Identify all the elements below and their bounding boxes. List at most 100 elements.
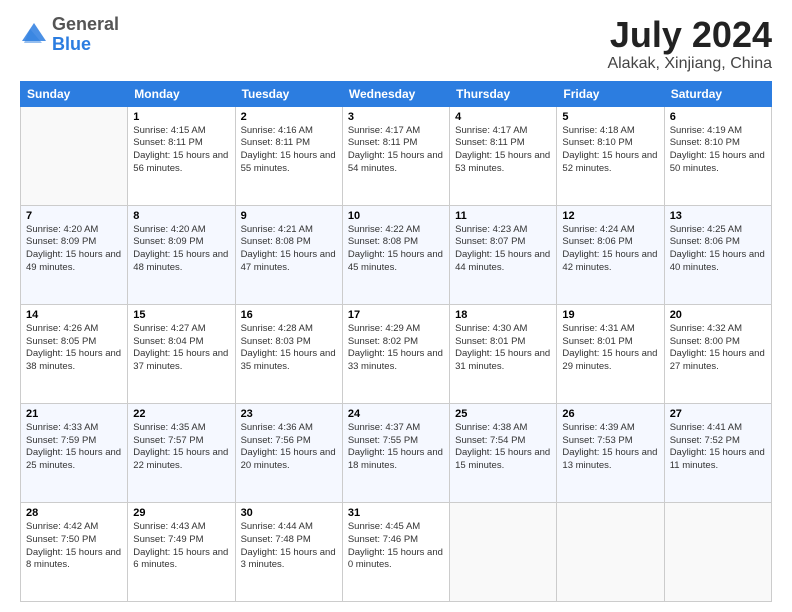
sunset-label: Sunset: 8:03 PM [241,336,311,347]
calendar-cell-w1d2: 9 Sunrise: 4:21 AM Sunset: 8:08 PM Dayli… [235,205,342,304]
day-number: 7 [26,210,122,222]
calendar-cell-w2d4: 18 Sunrise: 4:30 AM Sunset: 8:01 PM Dayl… [450,304,557,403]
sunrise-label: Sunrise: 4:28 AM [241,323,313,334]
day-number: 17 [348,309,444,321]
calendar-cell-w0d4: 4 Sunrise: 4:17 AM Sunset: 8:11 PM Dayli… [450,106,557,205]
th-monday: Monday [128,81,235,106]
calendar-cell-w2d1: 15 Sunrise: 4:27 AM Sunset: 8:04 PM Dayl… [128,304,235,403]
month-title: July 2024 [607,15,772,55]
calendar-cell-w3d5: 26 Sunrise: 4:39 AM Sunset: 7:53 PM Dayl… [557,403,664,502]
day-info: Sunrise: 4:25 AM Sunset: 8:06 PM Dayligh… [670,224,766,275]
day-number: 19 [562,309,658,321]
day-number: 11 [455,210,551,222]
day-info: Sunrise: 4:17 AM Sunset: 8:11 PM Dayligh… [455,125,551,176]
daylight-label: Daylight: 15 hours and 47 minutes. [241,249,336,273]
day-info: Sunrise: 4:38 AM Sunset: 7:54 PM Dayligh… [455,422,551,473]
day-number: 25 [455,408,551,420]
day-number: 28 [26,507,122,519]
sunrise-label: Sunrise: 4:25 AM [670,224,742,235]
sunrise-label: Sunrise: 4:20 AM [133,224,205,235]
calendar-cell-w2d0: 14 Sunrise: 4:26 AM Sunset: 8:05 PM Dayl… [21,304,128,403]
daylight-label: Daylight: 15 hours and 22 minutes. [133,447,228,471]
day-number: 27 [670,408,766,420]
day-info: Sunrise: 4:24 AM Sunset: 8:06 PM Dayligh… [562,224,658,275]
sunset-label: Sunset: 7:54 PM [455,435,525,446]
day-number: 12 [562,210,658,222]
daylight-label: Daylight: 15 hours and 29 minutes. [562,348,657,372]
calendar-cell-w1d1: 8 Sunrise: 4:20 AM Sunset: 8:09 PM Dayli… [128,205,235,304]
daylight-label: Daylight: 15 hours and 55 minutes. [241,150,336,174]
day-number: 21 [26,408,122,420]
day-info: Sunrise: 4:45 AM Sunset: 7:46 PM Dayligh… [348,521,444,572]
daylight-label: Daylight: 15 hours and 27 minutes. [670,348,765,372]
calendar-cell-w4d3: 31 Sunrise: 4:45 AM Sunset: 7:46 PM Dayl… [342,502,449,601]
day-number: 16 [241,309,337,321]
calendar-cell-w2d5: 19 Sunrise: 4:31 AM Sunset: 8:01 PM Dayl… [557,304,664,403]
sunset-label: Sunset: 7:55 PM [348,435,418,446]
daylight-label: Daylight: 15 hours and 35 minutes. [241,348,336,372]
calendar-cell-w4d2: 30 Sunrise: 4:44 AM Sunset: 7:48 PM Dayl… [235,502,342,601]
daylight-label: Daylight: 15 hours and 3 minutes. [241,547,336,571]
sunrise-label: Sunrise: 4:23 AM [455,224,527,235]
sunrise-label: Sunrise: 4:24 AM [562,224,634,235]
calendar-cell-w2d3: 17 Sunrise: 4:29 AM Sunset: 8:02 PM Dayl… [342,304,449,403]
sunset-label: Sunset: 8:01 PM [455,336,525,347]
calendar-cell-w3d1: 22 Sunrise: 4:35 AM Sunset: 7:57 PM Dayl… [128,403,235,502]
day-number: 29 [133,507,229,519]
day-number: 23 [241,408,337,420]
day-info: Sunrise: 4:15 AM Sunset: 8:11 PM Dayligh… [133,125,229,176]
sunrise-label: Sunrise: 4:37 AM [348,422,420,433]
day-info: Sunrise: 4:28 AM Sunset: 8:03 PM Dayligh… [241,323,337,374]
day-info: Sunrise: 4:20 AM Sunset: 8:09 PM Dayligh… [26,224,122,275]
sunset-label: Sunset: 8:09 PM [26,236,96,247]
day-number: 24 [348,408,444,420]
day-info: Sunrise: 4:32 AM Sunset: 8:00 PM Dayligh… [670,323,766,374]
header: General Blue July 2024 Alakak, Xinjiang,… [20,15,772,73]
th-sunday: Sunday [21,81,128,106]
day-info: Sunrise: 4:22 AM Sunset: 8:08 PM Dayligh… [348,224,444,275]
day-number: 30 [241,507,337,519]
sunrise-label: Sunrise: 4:33 AM [26,422,98,433]
daylight-label: Daylight: 15 hours and 48 minutes. [133,249,228,273]
day-number: 5 [562,111,658,123]
day-number: 9 [241,210,337,222]
sunset-label: Sunset: 8:11 PM [455,137,525,148]
day-info: Sunrise: 4:44 AM Sunset: 7:48 PM Dayligh… [241,521,337,572]
sunset-label: Sunset: 7:52 PM [670,435,740,446]
sunset-label: Sunset: 8:09 PM [133,236,203,247]
sunrise-label: Sunrise: 4:17 AM [455,125,527,136]
sunset-label: Sunset: 8:08 PM [348,236,418,247]
calendar-cell-w1d0: 7 Sunrise: 4:20 AM Sunset: 8:09 PM Dayli… [21,205,128,304]
day-number: 4 [455,111,551,123]
sunset-label: Sunset: 7:50 PM [26,534,96,545]
th-tuesday: Tuesday [235,81,342,106]
th-friday: Friday [557,81,664,106]
day-number: 14 [26,309,122,321]
daylight-label: Daylight: 15 hours and 56 minutes. [133,150,228,174]
sunrise-label: Sunrise: 4:44 AM [241,521,313,532]
sunset-label: Sunset: 8:02 PM [348,336,418,347]
calendar-cell-w1d4: 11 Sunrise: 4:23 AM Sunset: 8:07 PM Dayl… [450,205,557,304]
title-block: July 2024 Alakak, Xinjiang, China [607,15,772,73]
calendar-cell-w0d6: 6 Sunrise: 4:19 AM Sunset: 8:10 PM Dayli… [664,106,771,205]
sunset-label: Sunset: 8:10 PM [670,137,740,148]
calendar-header-row: Sunday Monday Tuesday Wednesday Thursday… [21,81,772,106]
day-info: Sunrise: 4:36 AM Sunset: 7:56 PM Dayligh… [241,422,337,473]
sunrise-label: Sunrise: 4:30 AM [455,323,527,334]
day-number: 13 [670,210,766,222]
daylight-label: Daylight: 15 hours and 53 minutes. [455,150,550,174]
sunrise-label: Sunrise: 4:22 AM [348,224,420,235]
sunrise-label: Sunrise: 4:29 AM [348,323,420,334]
week-row-1: 7 Sunrise: 4:20 AM Sunset: 8:09 PM Dayli… [21,205,772,304]
logo-blue: Blue [52,35,119,55]
week-row-2: 14 Sunrise: 4:26 AM Sunset: 8:05 PM Dayl… [21,304,772,403]
sunset-label: Sunset: 8:11 PM [241,137,311,148]
sunrise-label: Sunrise: 4:32 AM [670,323,742,334]
calendar-cell-w0d0 [21,106,128,205]
page: General Blue July 2024 Alakak, Xinjiang,… [0,0,792,612]
day-info: Sunrise: 4:20 AM Sunset: 8:09 PM Dayligh… [133,224,229,275]
day-number: 2 [241,111,337,123]
sunrise-label: Sunrise: 4:19 AM [670,125,742,136]
calendar-cell-w3d4: 25 Sunrise: 4:38 AM Sunset: 7:54 PM Dayl… [450,403,557,502]
day-info: Sunrise: 4:35 AM Sunset: 7:57 PM Dayligh… [133,422,229,473]
